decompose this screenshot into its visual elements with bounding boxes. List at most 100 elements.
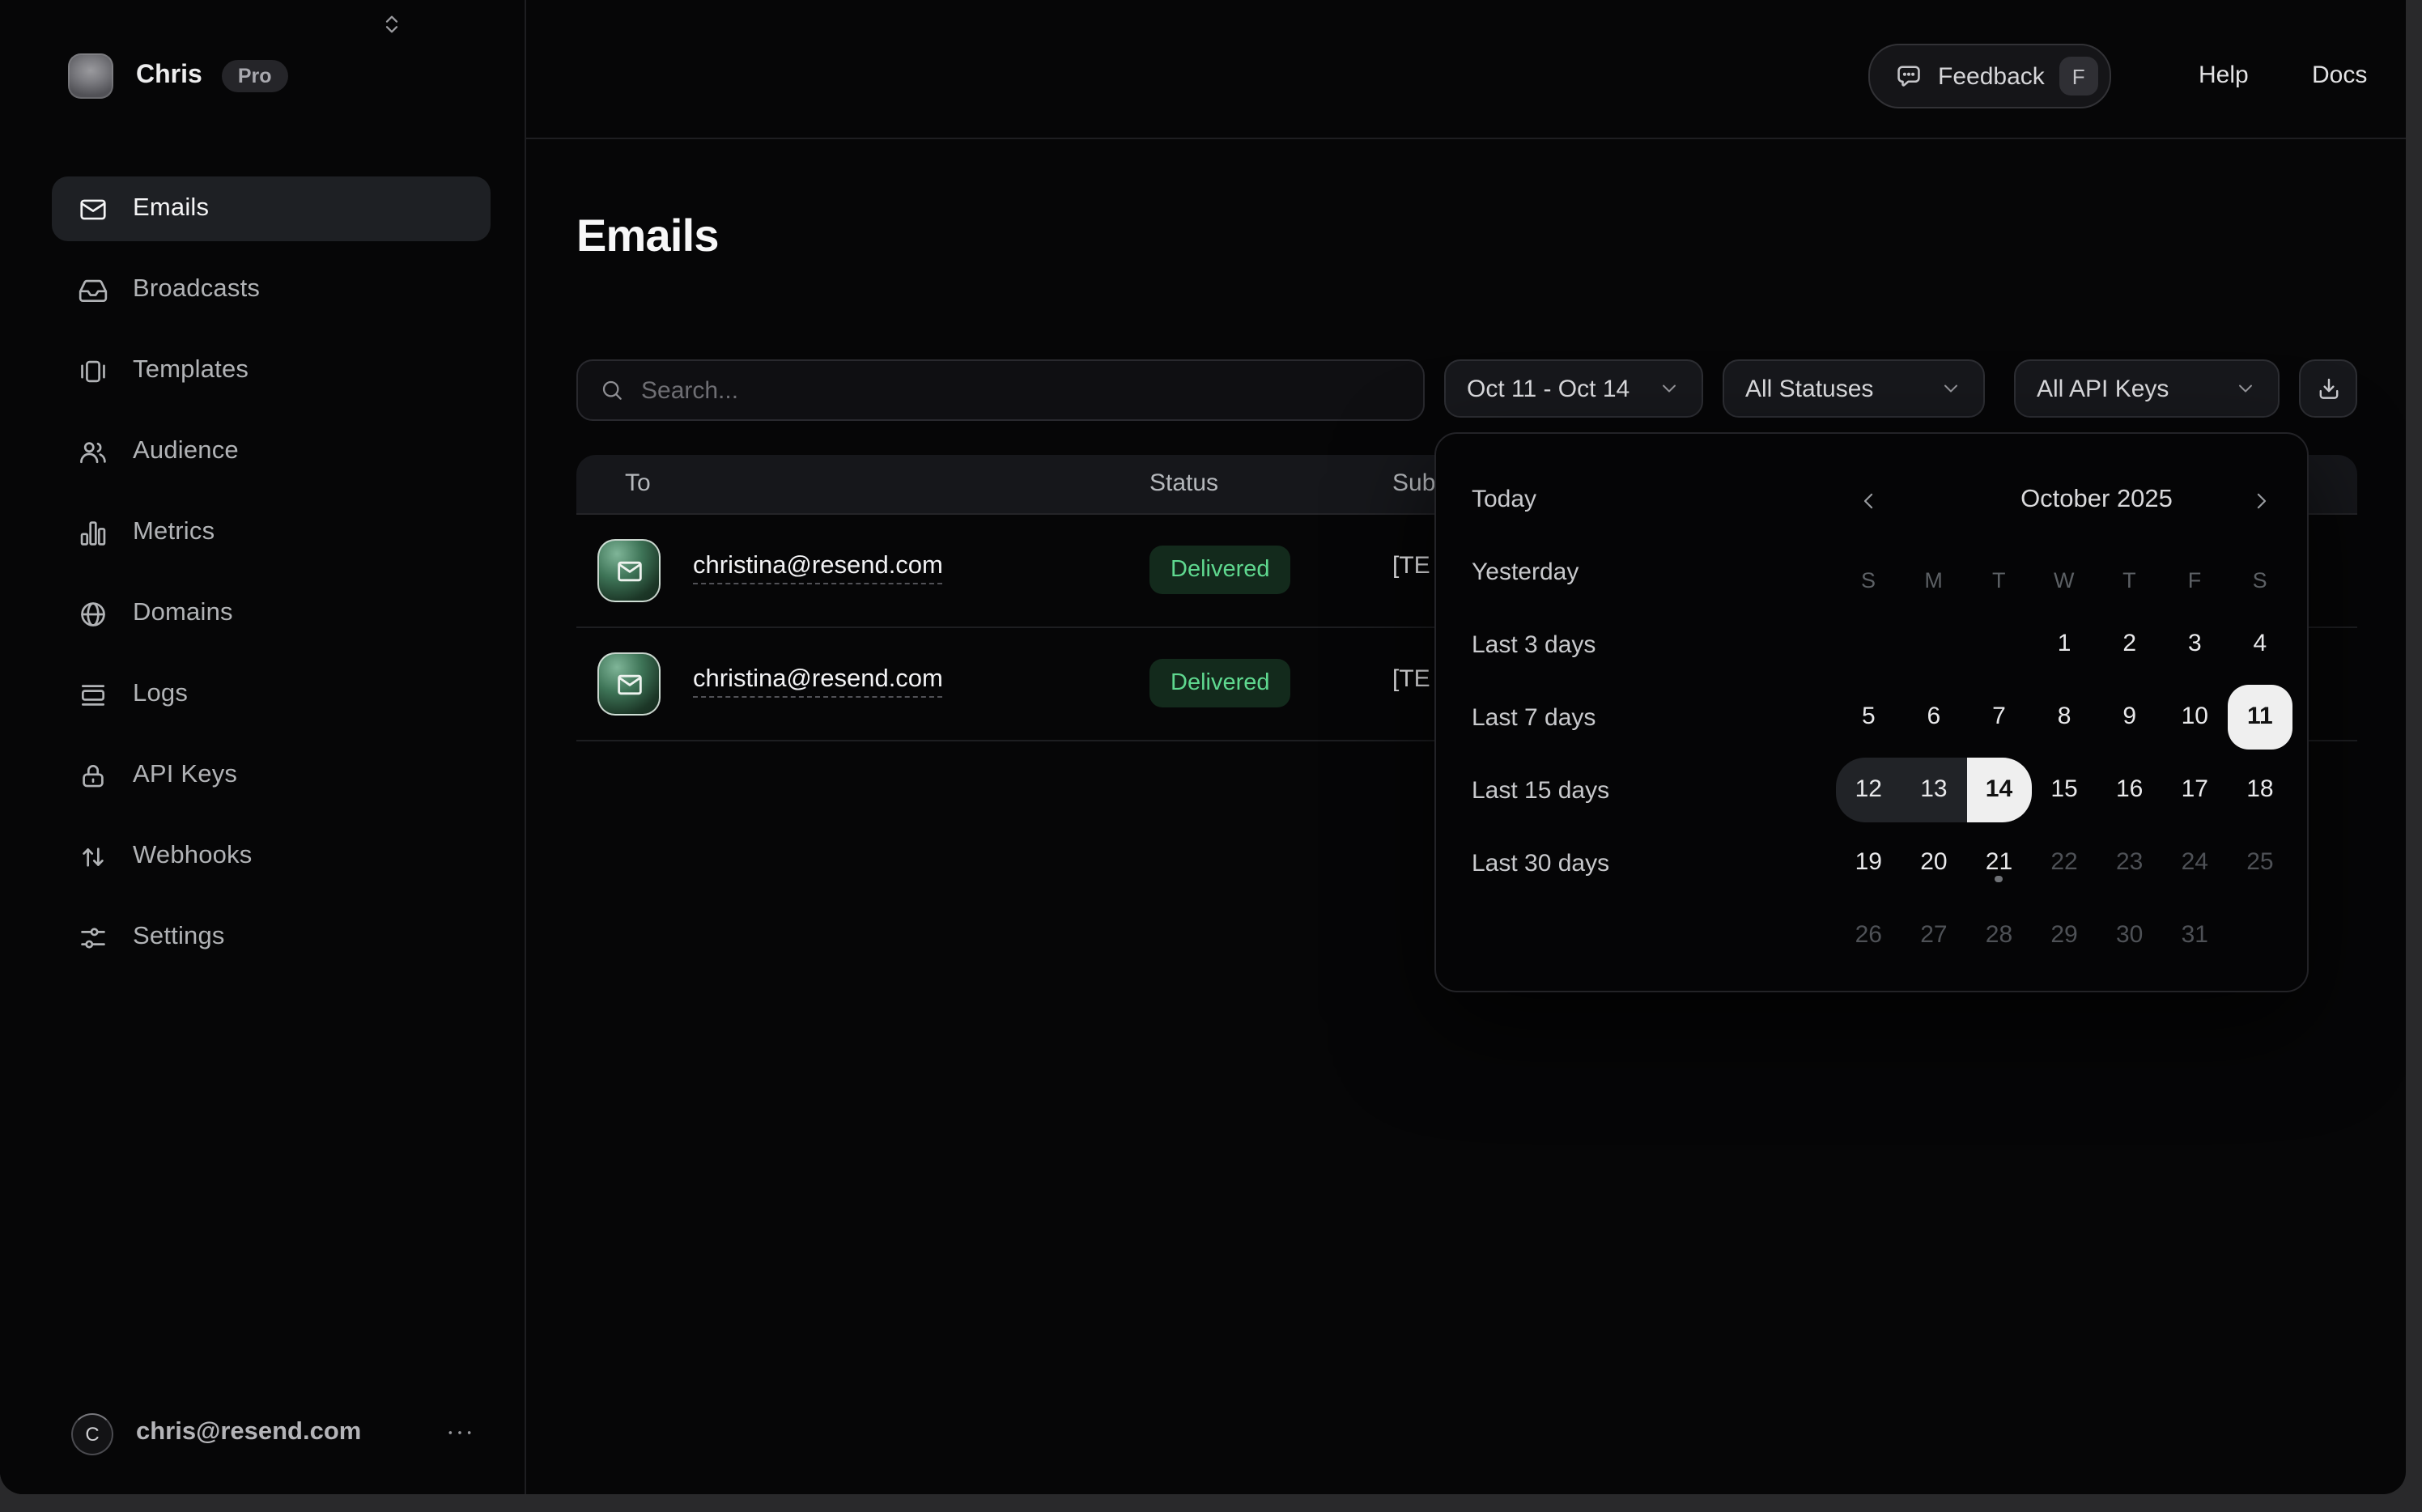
recipient-email: christina@resend.com xyxy=(693,552,943,581)
sidebar-item-label: Webhooks xyxy=(133,842,253,871)
docs-link[interactable]: Docs xyxy=(2312,62,2367,89)
calendar-day-25: 25 xyxy=(2228,830,2293,895)
sidebar-item-label: Emails xyxy=(133,194,209,223)
sidebar-item-emails[interactable]: Emails xyxy=(52,176,491,241)
calendar-day-16[interactable]: 16 xyxy=(2097,758,2162,822)
help-link[interactable]: Help xyxy=(2199,62,2249,89)
sidebar-item-metrics[interactable]: Metrics xyxy=(52,500,491,565)
weekday-label: T xyxy=(1966,557,2031,605)
sidebar: Chris Pro Emails Broadcasts Templates Audie… xyxy=(0,0,526,1494)
sidebar-item-settings[interactable]: Settings xyxy=(52,905,491,970)
sidebar-nav: Emails Broadcasts Templates Audience Metrics… xyxy=(52,176,491,986)
calendar-day-6[interactable]: 6 xyxy=(1901,684,1967,749)
api-key-filter-label: All API Keys xyxy=(2037,375,2169,402)
sidebar-item-templates[interactable]: Templates xyxy=(52,338,491,403)
desktop-background: Chris Pro Emails Broadcasts Templates Audie… xyxy=(0,0,2422,1512)
sidebar-item-label: Broadcasts xyxy=(133,275,260,304)
feedback-label: Feedback xyxy=(1938,62,2045,90)
sidebar-item-label: Audience xyxy=(133,437,239,466)
calendar-day-10[interactable]: 10 xyxy=(2162,684,2228,749)
calendar-day-27: 27 xyxy=(1901,904,1967,969)
calendar-day-28: 28 xyxy=(1966,904,2032,969)
date-range-filter-button[interactable]: Oct 11 - Oct 14 xyxy=(1444,359,1703,418)
preset-yesterday[interactable]: Yesterday xyxy=(1472,549,1609,597)
preset-last-30-days[interactable]: Last 30 days xyxy=(1472,840,1609,889)
calendar-day-1[interactable]: 1 xyxy=(2032,611,2097,676)
weekday-label: S xyxy=(1836,557,1901,605)
calendar-day-23: 23 xyxy=(2097,830,2162,895)
preset-last-3-days[interactable]: Last 3 days xyxy=(1472,622,1609,670)
preset-last-15-days[interactable]: Last 15 days xyxy=(1472,767,1609,816)
sidebar-item-label: Metrics xyxy=(133,518,215,547)
feedback-button[interactable]: Feedback F xyxy=(1868,44,2111,108)
status-filter-button[interactable]: All Statuses xyxy=(1723,359,1985,418)
users-icon xyxy=(78,436,108,467)
account-avatar-letter: C xyxy=(85,1423,99,1446)
download-icon xyxy=(2314,375,2342,402)
email-type-icon xyxy=(597,539,661,602)
previous-month-button[interactable] xyxy=(1836,476,1901,525)
lock-icon xyxy=(78,760,108,791)
account-avatar: C xyxy=(71,1413,113,1455)
sidebar-item-api-keys[interactable]: API Keys xyxy=(52,743,491,808)
workspace-switcher[interactable]: Chris Pro xyxy=(68,52,288,100)
calendar-day-17[interactable]: 17 xyxy=(2162,758,2228,822)
sidebar-item-broadcasts[interactable]: Broadcasts xyxy=(52,257,491,322)
page-title: Emails xyxy=(576,210,719,262)
calendar-day-13[interactable]: 13 xyxy=(1901,758,1967,822)
calendar-day-8[interactable]: 8 xyxy=(2032,684,2097,749)
calendar-day-9[interactable]: 9 xyxy=(2097,684,2162,749)
recipient-email: christina@resend.com xyxy=(693,665,943,694)
date-preset-list: Today Yesterday Last 3 days Last 7 days Last… xyxy=(1472,476,1609,913)
calendar-day-12[interactable]: 12 xyxy=(1836,758,1901,822)
sidebar-item-label: Logs xyxy=(133,680,188,709)
calendar-day-2[interactable]: 2 xyxy=(2097,611,2162,676)
calendar-day-7[interactable]: 7 xyxy=(1966,684,2032,749)
preset-last-7-days[interactable]: Last 7 days xyxy=(1472,694,1609,743)
calendar-day-11[interactable]: 11 xyxy=(2228,684,2293,749)
calendar-day-18[interactable]: 18 xyxy=(2228,758,2293,822)
calendar-day-3[interactable]: 3 xyxy=(2162,611,2228,676)
sidebar-item-audience[interactable]: Audience xyxy=(52,419,491,484)
chevron-down-icon xyxy=(2234,377,2257,400)
calendar-day-19[interactable]: 19 xyxy=(1836,830,1901,895)
email-subject: [TE xyxy=(1392,552,1430,580)
ellipsis-icon[interactable] xyxy=(444,1416,476,1449)
date-range-label: Oct 11 - Oct 14 xyxy=(1467,375,1630,402)
search-box xyxy=(576,359,1425,421)
templates-icon xyxy=(78,355,108,386)
weekday-label: S xyxy=(2228,557,2292,605)
column-header-to: To xyxy=(625,469,651,497)
api-key-filter-button[interactable]: All API Keys xyxy=(2014,359,2280,418)
sidebar-item-label: Templates xyxy=(133,356,249,385)
app-window: Chris Pro Emails Broadcasts Templates Audie… xyxy=(0,0,2406,1494)
arrows-up-down-icon xyxy=(78,841,108,872)
sidebar-item-logs[interactable]: Logs xyxy=(52,662,491,727)
search-input[interactable] xyxy=(641,376,1423,404)
weekday-label: F xyxy=(2162,557,2227,605)
calendar-day-4[interactable]: 4 xyxy=(2228,611,2293,676)
user-name: Chris xyxy=(136,62,202,91)
speech-bubble-icon xyxy=(1894,62,1923,91)
sidebar-item-webhooks[interactable]: Webhooks xyxy=(52,824,491,889)
status-filter-label: All Statuses xyxy=(1745,375,1873,402)
sliders-icon xyxy=(78,922,108,953)
next-month-button[interactable] xyxy=(2228,476,2292,525)
envelope-icon xyxy=(78,193,108,224)
preset-today[interactable]: Today xyxy=(1472,476,1609,525)
plan-badge: Pro xyxy=(222,60,288,93)
export-button[interactable] xyxy=(2299,359,2357,418)
chevrons-up-down-icon[interactable] xyxy=(379,11,405,37)
calendar-day-31: 31 xyxy=(2162,904,2228,969)
topbar-divider xyxy=(526,138,2406,139)
calendar-day-5[interactable]: 5 xyxy=(1836,684,1901,749)
sidebar-item-label: Settings xyxy=(133,923,225,952)
calendar-day-14[interactable]: 14 xyxy=(1966,758,2032,822)
calendar-day-21[interactable]: 21 xyxy=(1966,830,2032,895)
sidebar-item-domains[interactable]: Domains xyxy=(52,581,491,646)
calendar-day-29: 29 xyxy=(2032,904,2097,969)
calendar-day-15[interactable]: 15 xyxy=(2032,758,2097,822)
account-email: chris@resend.com xyxy=(136,1418,361,1447)
calendar-day-20[interactable]: 20 xyxy=(1901,830,1967,895)
calendar-day-30: 30 xyxy=(2097,904,2162,969)
